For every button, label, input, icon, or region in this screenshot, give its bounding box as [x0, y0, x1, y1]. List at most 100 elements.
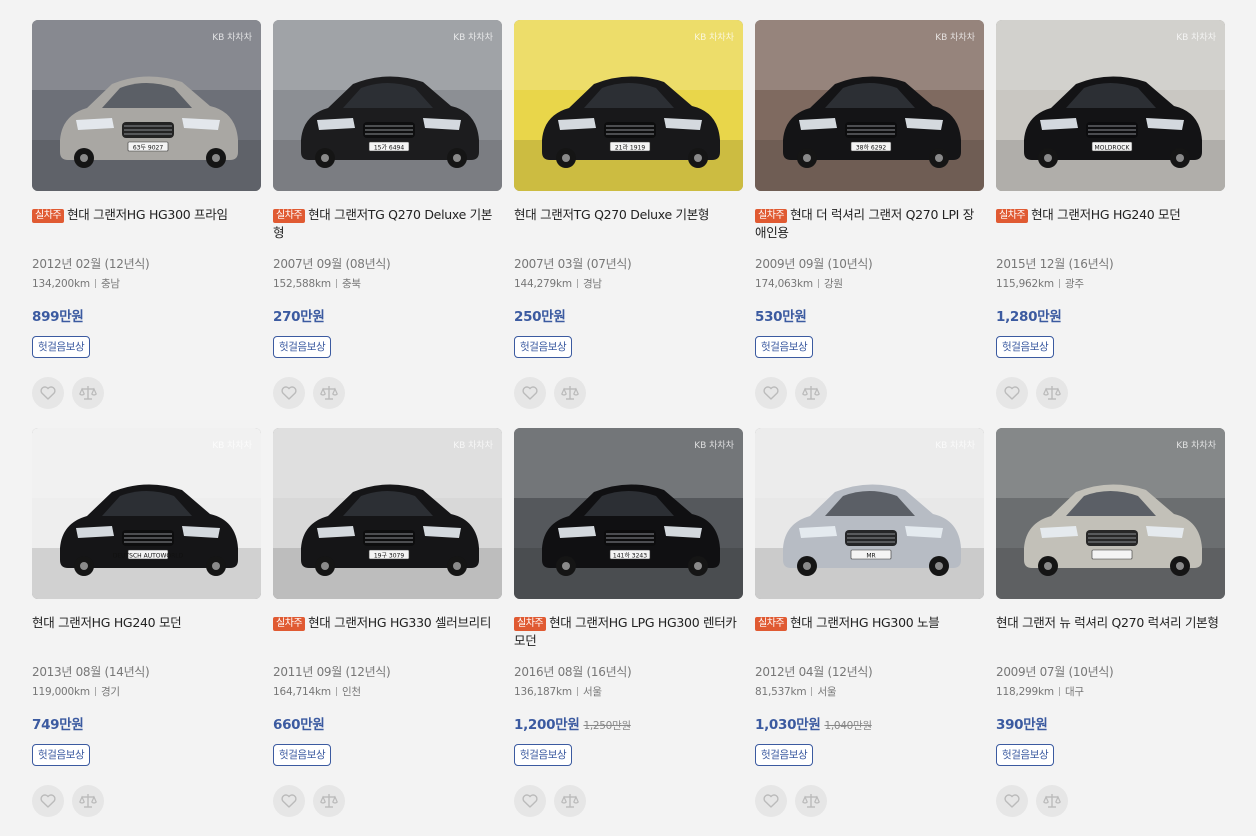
listing-meta: 152,588km 충북 [273, 276, 502, 291]
listing-price: 530만원 [755, 305, 984, 325]
wasted-trip-compensation-tag: 헛걸음보상 [514, 336, 573, 358]
listing-price: 660만원 [273, 713, 502, 733]
listing-year: 2007년 03월 (07년식) [514, 257, 632, 271]
listing-photo[interactable]: 63두 9027 KB 차차차 [32, 20, 261, 191]
heart-icon [522, 794, 538, 808]
listing-actions [755, 785, 984, 817]
listing-actions [514, 377, 743, 409]
listing-mileage: 115,962km [996, 278, 1054, 290]
compare-button[interactable] [313, 377, 345, 409]
scale-icon [79, 793, 97, 809]
listing-photo[interactable]: DEUTSCH AUTOWORLD KB 차차차 [32, 428, 261, 599]
listing-card[interactable]: KB 차차차현대 그랜저 뉴 럭셔리 Q270 럭셔리 기본형 2009년 07월… [996, 428, 1225, 836]
license-plate: 141하 3243 [613, 552, 647, 560]
listing-title-text: 현대 더 럭셔리 그랜저 Q270 LPI 장애인용 [755, 207, 974, 240]
listing-title[interactable]: 실차주 현대 그랜저HG HG300 노블 [755, 614, 984, 650]
compare-button[interactable] [72, 785, 104, 817]
listing-title[interactable]: 실차주 현대 그랜저HG HG240 모던 [996, 206, 1225, 242]
wasted-trip-compensation-tag: 헛걸음보상 [273, 744, 332, 766]
listing-card[interactable]: 63두 9027 KB 차차차 실차주 현대 그랜저HG HG300 프라임 2012년… [32, 20, 261, 428]
favorite-button[interactable] [996, 785, 1028, 817]
wasted-trip-compensation-tag: 헛걸음보상 [996, 744, 1055, 766]
listing-title[interactable]: 실차주 현대 그랜저HG HG330 셀러브리티 [273, 614, 502, 650]
favorite-button[interactable] [514, 785, 546, 817]
favorite-button[interactable] [514, 377, 546, 409]
listing-title-text: 현대 그랜저HG HG240 모던 [32, 615, 182, 630]
favorite-button[interactable] [996, 377, 1028, 409]
compare-button[interactable] [313, 785, 345, 817]
license-plate: 19구 3079 [374, 553, 405, 560]
listing-actions [514, 785, 743, 817]
compare-button[interactable] [1036, 377, 1068, 409]
listing-meta: 115,962km 광주 [996, 276, 1225, 291]
listing-card[interactable]: DEUTSCH AUTOWORLD KB 차차차현대 그랜저HG HG240 모던… [32, 428, 261, 836]
tag-row: 헛걸음보상 [273, 325, 502, 358]
listing-meta: 144,279km 경남 [514, 276, 743, 291]
listing-old-price: 1,250만원 [583, 720, 631, 732]
car-photo: 15가 6494 KB 차차차 [273, 20, 502, 191]
favorite-button[interactable] [755, 377, 787, 409]
listing-photo[interactable]: KB 차차차 [996, 428, 1225, 599]
listing-region: 서울 [817, 686, 837, 698]
favorite-button[interactable] [755, 785, 787, 817]
listing-photo[interactable]: MR KB 차차차 [755, 428, 984, 599]
listing-title-text: 현대 그랜저HG HG330 셀러브리티 [308, 615, 492, 630]
listing-actions [273, 377, 502, 409]
favorite-button[interactable] [32, 785, 64, 817]
listing-photo[interactable]: 19구 3079 KB 차차차 [273, 428, 502, 599]
listing-mileage: 81,537km [755, 686, 807, 698]
listing-price-value: 1,200만원 [514, 717, 580, 733]
listing-year: 2015년 12월 (16년식) [996, 257, 1114, 271]
favorite-button[interactable] [32, 377, 64, 409]
listing-photo[interactable]: 21라 1919 KB 차차차 [514, 20, 743, 191]
listing-mileage: 144,279km [514, 278, 572, 290]
compare-button[interactable] [72, 377, 104, 409]
compare-button[interactable] [1036, 785, 1068, 817]
listing-title[interactable]: 현대 그랜저TG Q270 Deluxe 기본형 [514, 206, 743, 242]
listing-title[interactable]: 실차주 현대 그랜저TG Q270 Deluxe 기본형 [273, 206, 502, 242]
owner-badge: 실차주 [514, 617, 547, 631]
kb-watermark: KB 차차차 [694, 439, 734, 451]
owner-badge: 실차주 [755, 617, 788, 631]
listing-actions [32, 785, 261, 817]
listing-title[interactable]: 현대 그랜저HG HG240 모던 [32, 614, 261, 650]
listing-title[interactable]: 현대 그랜저 뉴 럭셔리 Q270 럭셔리 기본형 [996, 614, 1225, 650]
listing-photo[interactable]: MOLDROCK KB 차차차 [996, 20, 1225, 191]
listing-region: 인천 [341, 686, 361, 698]
license-plate: 21라 1919 [615, 144, 646, 152]
owner-badge: 실차주 [273, 209, 306, 223]
listing-photo[interactable]: 141하 3243 KB 차차차 [514, 428, 743, 599]
listing-card[interactable]: 141하 3243 KB 차차차실차주 현대 그랜저HG LPG HG300 렌터카… [514, 428, 743, 836]
listing-card[interactable]: MOLDROCK KB 차차차실차주 현대 그랜저HG HG240 모던 2015년 … [996, 20, 1225, 428]
listing-card[interactable]: 21라 1919 KB 차차차현대 그랜저TG Q270 Deluxe 기본형 20… [514, 20, 743, 428]
listing-year: 2013년 08월 (14년식) [32, 665, 150, 679]
car-photo: 63두 9027 KB 차차차 [32, 20, 261, 191]
compare-button[interactable] [554, 377, 586, 409]
favorite-button[interactable] [273, 785, 305, 817]
listing-photo[interactable]: 15가 6494 KB 차차차 [273, 20, 502, 191]
listing-card[interactable]: 19구 3079 KB 차차차 실차주 현대 그랜저HG HG330 셀러브리티 201… [273, 428, 502, 836]
compare-button[interactable] [795, 377, 827, 409]
compare-button[interactable] [795, 785, 827, 817]
listing-title[interactable]: 실차주 현대 그랜저HG HG300 프라임 [32, 206, 261, 242]
kb-watermark: KB 차차차 [212, 31, 252, 43]
listing-card[interactable]: 15가 6494 KB 차차차실차주 현대 그랜저TG Q270 Deluxe 기본… [273, 20, 502, 428]
meta-divider [576, 279, 578, 288]
listing-title[interactable]: 실차주 현대 더 럭셔리 그랜저 Q270 LPI 장애인용 [755, 206, 984, 242]
wasted-trip-compensation-tag: 헛걸음보상 [755, 336, 814, 358]
compare-button[interactable] [554, 785, 586, 817]
favorite-button[interactable] [273, 377, 305, 409]
listing-title-text: 현대 그랜저HG LPG HG300 렌터카 모던 [514, 615, 737, 648]
listing-card[interactable]: MR KB 차차차 실차주 현대 그랜저HG HG300 노블 2012년 04월 (1… [755, 428, 984, 836]
scale-icon [1043, 385, 1061, 401]
listing-year: 2009년 07월 (10년식) [996, 665, 1114, 679]
listing-title-text: 현대 그랜저HG HG240 모던 [1031, 207, 1181, 222]
listing-price: 390만원 [996, 713, 1225, 733]
listing-price-value: 749만원 [32, 717, 84, 733]
listing-price: 1,200만원 1,250만원 [514, 713, 743, 733]
listing-title[interactable]: 실차주 현대 그랜저HG LPG HG300 렌터카 모던 [514, 614, 743, 650]
listing-price-value: 660만원 [273, 717, 325, 733]
listing-photo[interactable]: 38하 6292 KB 차차차 [755, 20, 984, 191]
listing-card[interactable]: 38하 6292 KB 차차차실차주 현대 더 럭셔리 그랜저 Q270 LPI 장… [755, 20, 984, 428]
wasted-trip-compensation-tag: 헛걸음보상 [32, 336, 91, 358]
